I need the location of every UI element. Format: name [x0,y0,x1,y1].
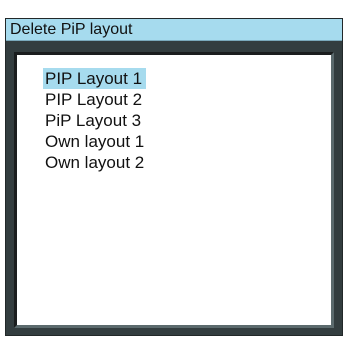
dialog-title-bar: Delete PiP layout [6,19,342,41]
layout-list-box[interactable]: PIP Layout 1 PIP Layout 2 PiP Layout 3 O… [14,52,334,328]
layout-list-item-own-layout-2[interactable]: Own layout 2 [43,152,148,173]
delete-pip-layout-dialog: Delete PiP layout PIP Layout 1 PIP Layou… [5,18,343,336]
layout-list-item-own-layout-1[interactable]: Own layout 1 [43,131,148,152]
dialog-title: Delete PiP layout [10,21,133,38]
layout-list-item-pip-layout-1[interactable]: PIP Layout 1 [43,68,147,89]
layout-list-item-pip-layout-2[interactable]: PIP Layout 2 [43,89,148,110]
layout-list: PIP Layout 1 PIP Layout 2 PiP Layout 3 O… [43,68,148,173]
layout-list-item-pip-layout-3[interactable]: PiP Layout 3 [43,110,148,131]
